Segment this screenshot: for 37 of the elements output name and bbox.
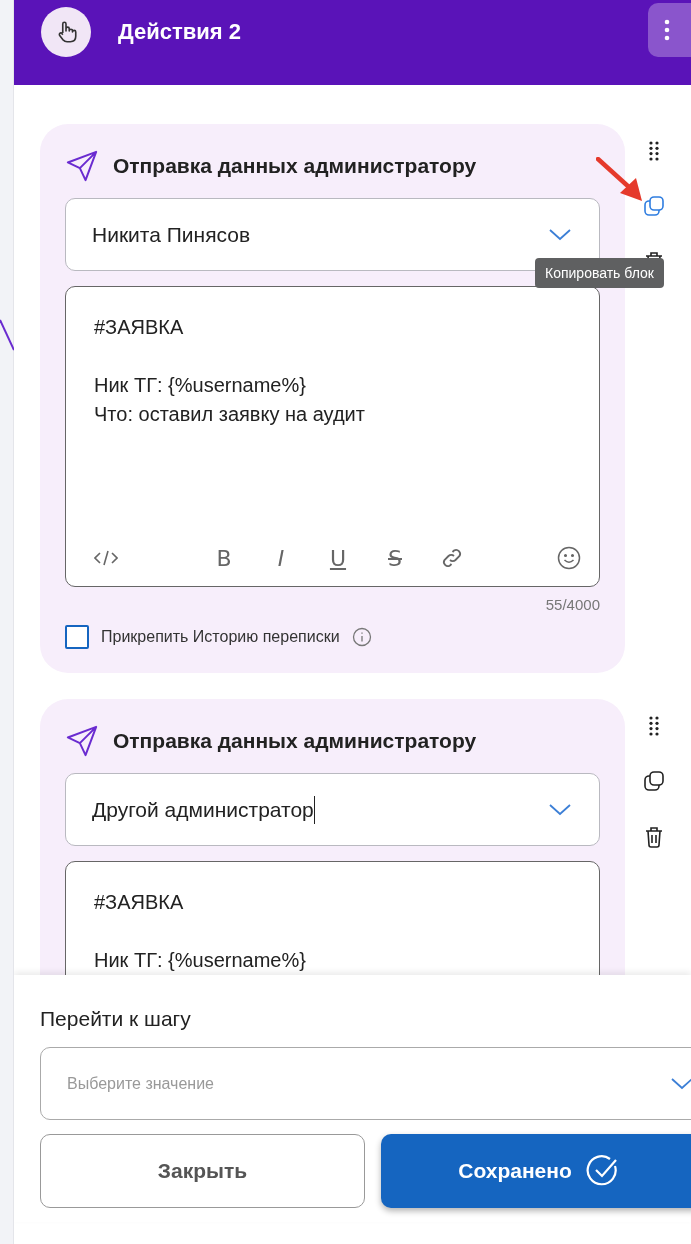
chevron-down-icon[interactable] [549, 803, 571, 816]
page-title: Действия 2 [118, 19, 241, 45]
more-vertical-icon[interactable] [664, 19, 670, 41]
italic-button[interactable]: I [269, 545, 293, 571]
drag-handle-icon[interactable] [648, 141, 660, 161]
attach-checkbox[interactable] [65, 625, 89, 649]
emoji-icon[interactable] [557, 546, 581, 570]
trash-icon[interactable] [645, 826, 663, 848]
check-circle-icon [585, 1154, 620, 1188]
connector-line [0, 318, 14, 352]
chevron-down-icon[interactable] [671, 1077, 691, 1090]
send-icon [65, 724, 99, 758]
recipient-select[interactable]: Другой администратор [65, 773, 600, 846]
message-editor[interactable]: #ЗАЯВКА Ник ТГ: {%username%} Что: оставил заявку на аудит B I U S [65, 286, 600, 587]
goto-step-label: Перейти к шагу [40, 1007, 192, 1031]
chevron-down-icon[interactable] [549, 228, 571, 241]
hand-pointer-icon [41, 7, 91, 57]
send-icon [65, 149, 99, 183]
saved-button[interactable]: Сохранено [381, 1134, 691, 1208]
code-icon[interactable] [94, 550, 118, 566]
char-counter: 55/4000 [545, 596, 600, 613]
info-icon[interactable] [351, 627, 372, 647]
underline-button[interactable]: U [326, 545, 350, 571]
copy-icon[interactable] [643, 770, 665, 792]
close-button[interactable]: Закрыть [40, 1134, 365, 1208]
link-icon[interactable] [440, 546, 464, 570]
block-title: Отправка данных администратору [113, 729, 477, 753]
message-editor[interactable]: #ЗАЯВКА Ник ТГ: {%username%} [65, 861, 600, 975]
more-menu-button[interactable] [648, 3, 691, 57]
strikethrough-button[interactable]: S [383, 545, 407, 571]
attach-label: Прикрепить Историю переписки [101, 628, 340, 646]
bold-button[interactable]: B [212, 545, 236, 571]
block-title: Отправка данных администратору [113, 154, 477, 178]
tooltip: Копировать блок [535, 258, 664, 288]
annotation-arrow [596, 157, 644, 203]
step-select[interactable]: Выберите значение [40, 1047, 691, 1120]
drag-handle-icon[interactable] [648, 716, 660, 736]
